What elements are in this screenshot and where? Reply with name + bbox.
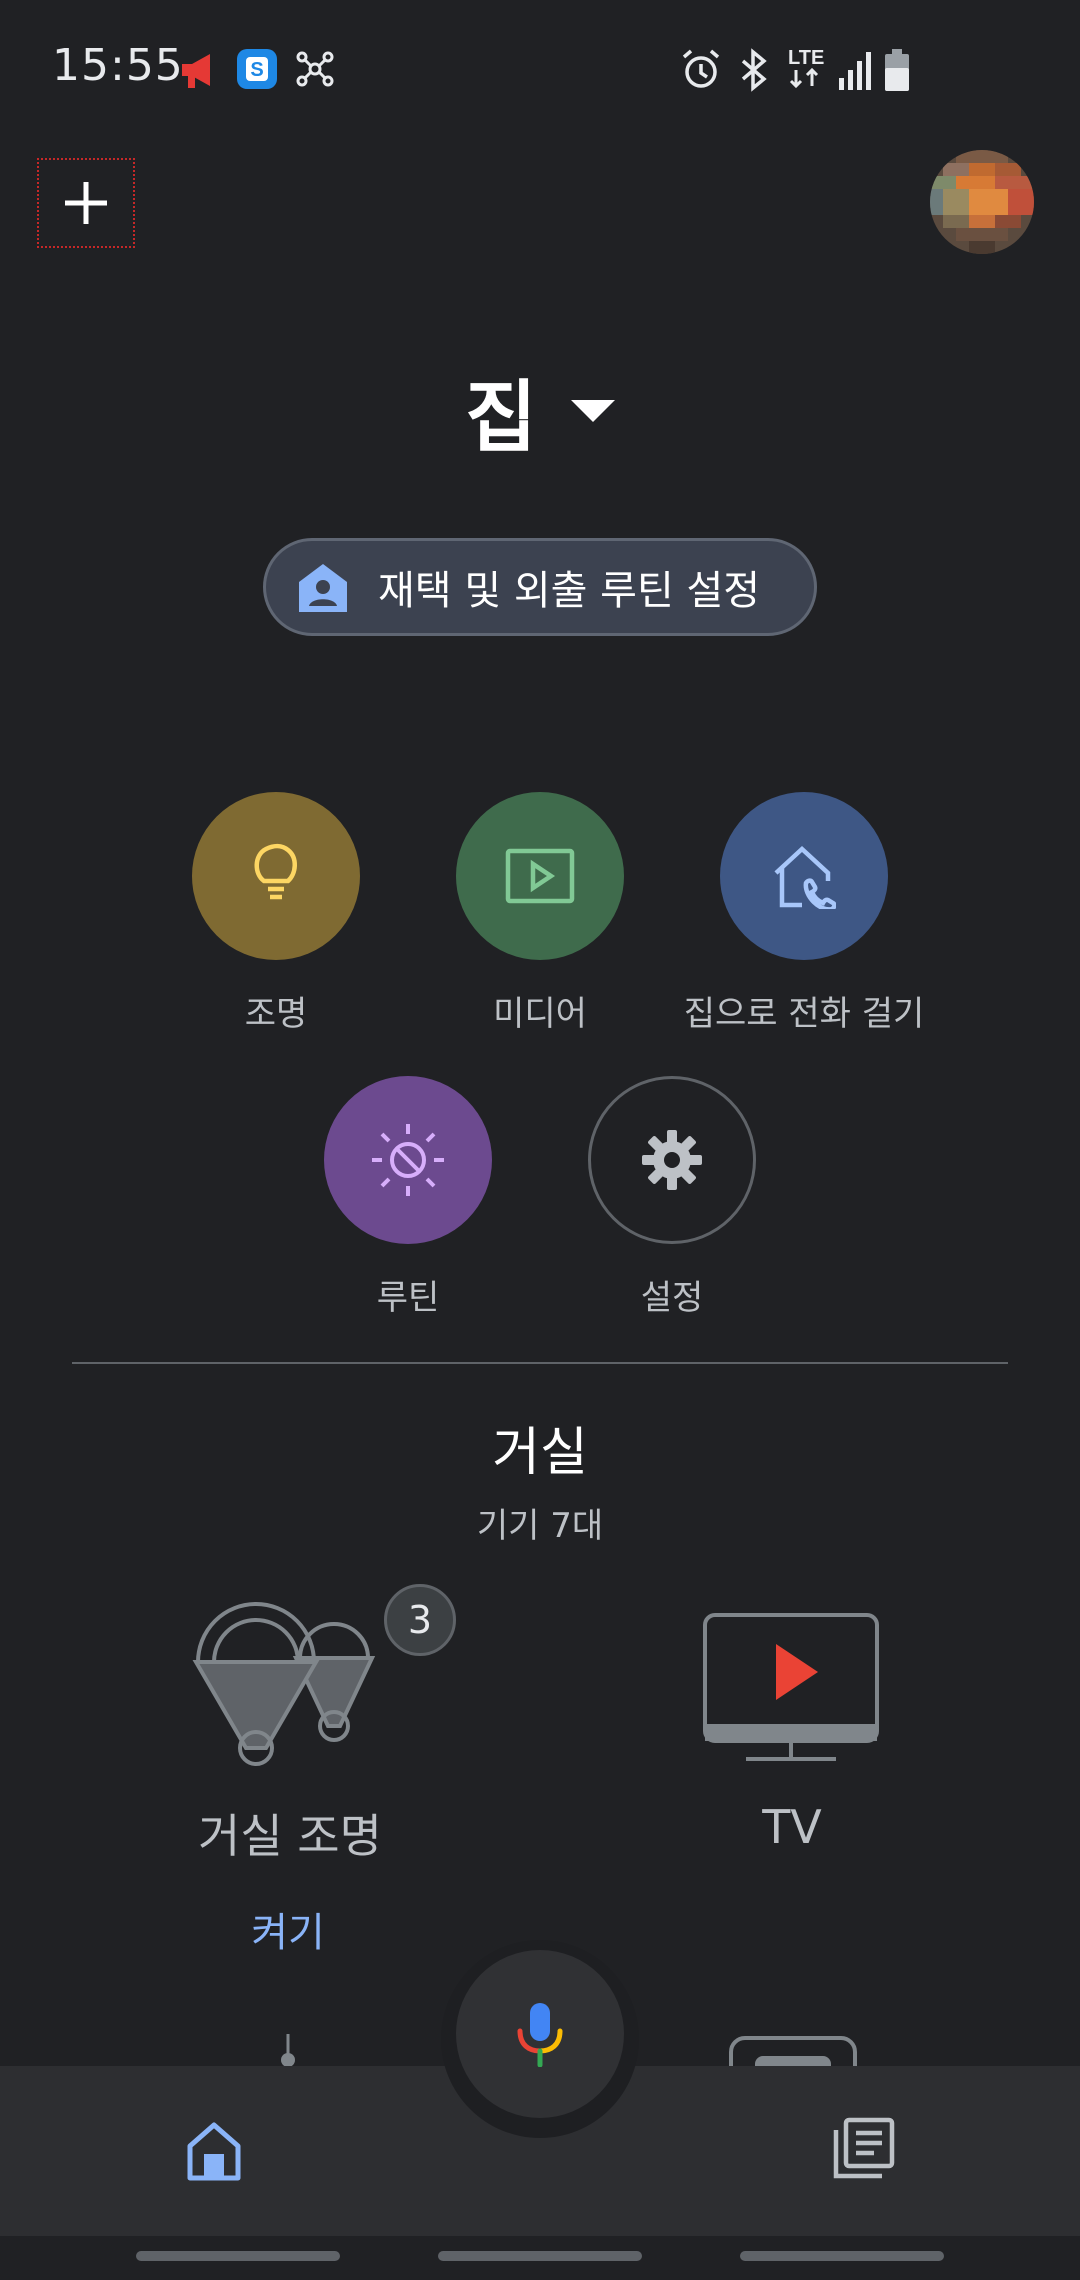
account-avatar[interactable] xyxy=(930,150,1034,254)
home-title: 집 xyxy=(465,373,537,463)
device-living-room-lights-label: 거실 조명 xyxy=(198,1809,382,1863)
plus-icon xyxy=(65,182,107,224)
status-bar: 15:55 S LTE xyxy=(0,0,1080,140)
media-play-icon xyxy=(505,848,575,904)
room-device-count: 기기 7대 xyxy=(476,1506,604,1546)
action-media-label: 미디어 xyxy=(493,994,587,1034)
home-selector[interactable]: 집 xyxy=(0,355,1080,467)
nav-feed-tab[interactable] xyxy=(832,2116,896,2184)
nav-home-tab[interactable] xyxy=(186,2120,242,2186)
mic-icon xyxy=(517,2003,563,2067)
room-title: 거실 xyxy=(492,1423,588,1483)
action-settings-label: 설정 xyxy=(640,1278,704,1318)
home-away-routine-chip[interactable]: 재택 및 외출 루틴 설정 xyxy=(263,538,817,636)
routine-chip-label: 재택 및 외출 루틴 설정 xyxy=(378,568,761,614)
megaphone-notification-icon xyxy=(176,48,220,96)
routine-sun-icon xyxy=(372,1124,444,1196)
network-hub-notification-icon xyxy=(294,48,336,94)
tv-icon xyxy=(703,1613,879,1761)
gesture-bar-center xyxy=(438,2251,642,2261)
section-divider xyxy=(72,1362,1008,1364)
google-home-screen: 15:55 S LTE 집 재택 및 외출 루틴 설정 조명 미디어 집으로 전… xyxy=(0,0,1080,2280)
lte-data-icon: LTE xyxy=(788,44,828,98)
battery-icon xyxy=(884,48,910,96)
bluetooth-icon xyxy=(738,48,770,96)
action-call-home-circle xyxy=(720,792,888,960)
lightbulb-icon xyxy=(254,843,297,900)
alarm-icon xyxy=(680,48,722,96)
home-icon xyxy=(187,2122,241,2181)
gesture-bar-left xyxy=(136,2251,340,2261)
light-group-icon xyxy=(192,1602,376,1766)
s-app-notification-icon: S xyxy=(236,48,278,94)
lte-text: LTE xyxy=(788,47,824,69)
add-button[interactable] xyxy=(37,158,135,248)
feed-list-icon xyxy=(833,2117,895,2179)
action-lights-circle xyxy=(192,792,360,960)
action-routines-label: 루틴 xyxy=(376,1278,440,1318)
svg-text:S: S xyxy=(250,59,263,81)
action-lights[interactable]: 조명 xyxy=(146,792,406,1035)
action-routines[interactable]: 루틴 xyxy=(278,1076,538,1319)
action-media-circle xyxy=(456,792,624,960)
signal-strength-icon xyxy=(838,48,874,96)
device-count-badge: 3 xyxy=(384,1584,456,1656)
action-call-home[interactable]: 집으로 전화 걸기 xyxy=(674,792,934,1035)
gear-icon xyxy=(642,1130,702,1190)
action-routines-circle xyxy=(324,1076,492,1244)
action-settings[interactable]: 설정 xyxy=(542,1076,802,1319)
action-call-home-label: 집으로 전화 걸기 xyxy=(683,994,925,1034)
action-settings-circle xyxy=(588,1076,756,1244)
call-home-icon xyxy=(774,845,836,909)
home-person-icon xyxy=(299,564,347,612)
status-time: 15:55 xyxy=(52,40,184,91)
voice-assistant-button[interactable] xyxy=(456,1950,624,2118)
lamp-device-peek-icon xyxy=(281,2034,295,2067)
gesture-bar-right xyxy=(740,2251,944,2261)
device-tv-label: TV xyxy=(762,1800,822,1854)
caret-down-icon xyxy=(570,400,615,428)
turn-on-lights-button[interactable]: 켜기 xyxy=(188,1900,388,1958)
action-media[interactable]: 미디어 xyxy=(410,792,670,1035)
action-lights-label: 조명 xyxy=(244,994,308,1034)
